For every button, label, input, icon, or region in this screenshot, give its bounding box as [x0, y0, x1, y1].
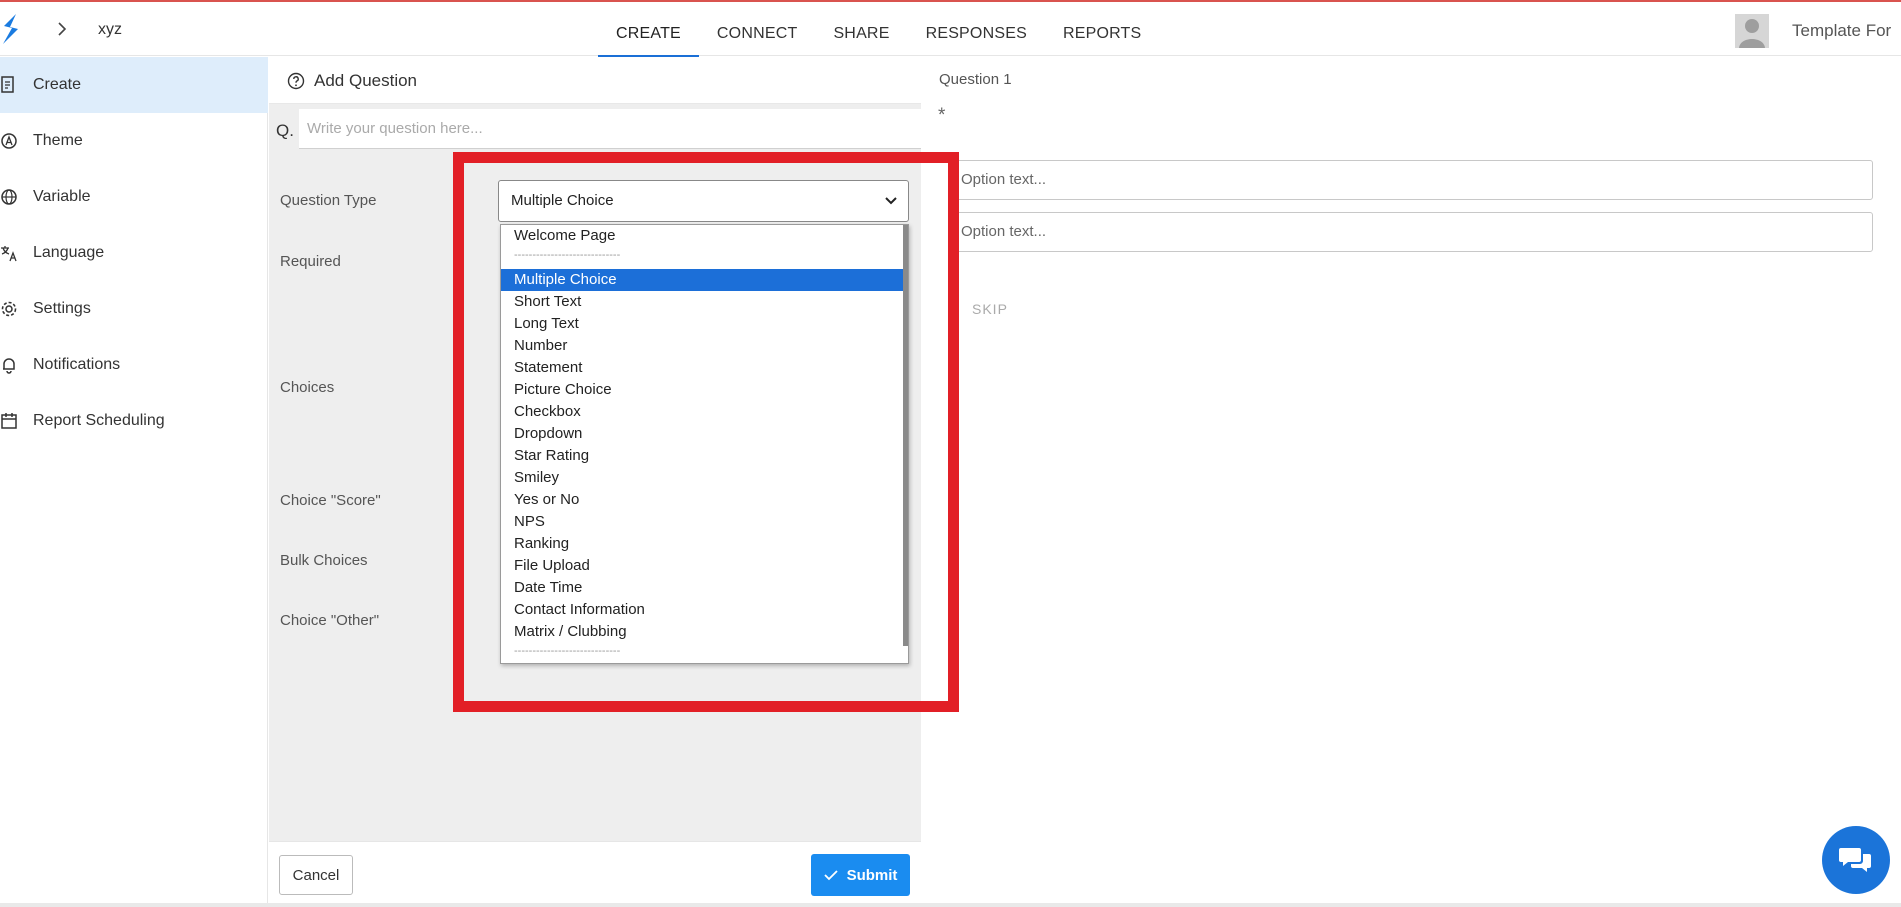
sidebar-item-report-scheduling[interactable]: Report Scheduling — [0, 393, 268, 449]
sidebar-item-label: Settings — [33, 300, 91, 317]
gear-icon — [1, 301, 17, 317]
dropdown-scrollbar[interactable] — [903, 225, 908, 646]
dropdown-separator: ----------------------------- — [514, 249, 621, 261]
option-short-text[interactable]: Short Text — [501, 291, 905, 313]
question-type-label: Question Type — [280, 192, 377, 209]
sidebar: Create Theme Variable Language Settings … — [0, 57, 268, 907]
question-type-select[interactable]: Multiple Choice — [498, 180, 909, 222]
option-checkbox[interactable]: Checkbox — [501, 401, 905, 423]
sidebar-item-label: Report Scheduling — [33, 412, 165, 429]
tab-reports[interactable]: REPORTS — [1045, 2, 1159, 58]
preview-option-input[interactable]: Option text... — [949, 160, 1873, 200]
sidebar-item-variable[interactable]: Variable — [0, 169, 268, 225]
chat-bubbles-icon — [1839, 848, 1871, 872]
sidebar-item-notifications[interactable]: Notifications — [0, 337, 268, 393]
editor-header: Add Question — [269, 57, 921, 104]
translate-icon — [1, 246, 17, 262]
question-text-input[interactable] — [299, 109, 921, 149]
choice-other-label: Choice "Other" — [280, 612, 380, 629]
option-long-text[interactable]: Long Text — [501, 313, 905, 335]
dropdown-separator: ----------------------------- — [514, 645, 621, 657]
preview-option-input[interactable]: Option text... — [949, 212, 1873, 252]
chat-widget-button[interactable] — [1822, 826, 1890, 894]
option-number[interactable]: Number — [501, 335, 905, 357]
option-multiple-choice[interactable]: Multiple Choice — [501, 269, 905, 291]
submit-button[interactable]: Submit — [811, 854, 910, 896]
question-type-value: Multiple Choice — [511, 192, 614, 209]
choices-label: Choices — [280, 379, 335, 396]
user-avatar[interactable] — [1735, 14, 1769, 48]
sidebar-item-label: Create — [33, 76, 82, 93]
option-ranking[interactable]: Ranking — [501, 533, 905, 555]
option-picture-choice[interactable]: Picture Choice — [501, 379, 905, 401]
tab-connect[interactable]: CONNECT — [699, 2, 816, 58]
sidebar-item-settings[interactable]: Settings — [0, 281, 268, 337]
main-nav: CREATE CONNECT SHARE RESPONSES REPORTS — [598, 2, 1159, 58]
tab-share[interactable]: SHARE — [815, 2, 907, 58]
theme-icon — [1, 133, 17, 149]
bulk-choices-label: Bulk Choices — [280, 552, 368, 569]
sidebar-item-language[interactable]: Language — [0, 225, 268, 281]
form-icon — [1, 76, 14, 93]
sidebar-item-theme[interactable]: Theme — [0, 113, 268, 169]
checkmark-icon — [823, 870, 838, 881]
chevron-down-icon — [885, 197, 897, 205]
calendar-icon — [1, 413, 17, 429]
globe-icon — [1, 189, 17, 205]
user-name[interactable]: Template For — [1792, 21, 1891, 41]
option-dropdown[interactable]: Dropdown — [501, 423, 905, 445]
app-logo-icon[interactable] — [0, 12, 22, 46]
user-silhouette-icon — [1735, 14, 1769, 48]
option-file-upload[interactable]: File Upload — [501, 555, 905, 577]
option-smiley[interactable]: Smiley — [501, 467, 905, 489]
option-statement[interactable]: Statement — [501, 357, 905, 379]
bell-icon — [3, 358, 15, 374]
option-welcome-page[interactable]: Welcome Page — [501, 225, 905, 247]
breadcrumb-form-name[interactable]: xyz — [98, 21, 122, 39]
cancel-button[interactable]: Cancel — [279, 855, 353, 895]
sidebar-item-label: Notifications — [33, 356, 121, 373]
option-yes-or-no[interactable]: Yes or No — [501, 489, 905, 511]
editor-footer: Cancel Submit — [269, 841, 921, 907]
sidebar-item-label: Language — [33, 244, 105, 261]
question-type-dropdown-list[interactable]: Welcome Page ---------------------------… — [500, 224, 909, 664]
bottom-strip — [0, 903, 1901, 907]
required-label: Required — [280, 253, 341, 270]
help-circle-icon[interactable] — [287, 72, 305, 90]
sidebar-item-label: Variable — [33, 188, 91, 205]
preview-question-number: Question 1 — [939, 71, 1012, 88]
tab-create[interactable]: CREATE — [598, 2, 699, 58]
choice-score-label: Choice "Score" — [280, 492, 381, 509]
preview-required-mark: * — [938, 105, 946, 126]
option-date-time[interactable]: Date Time — [501, 577, 905, 599]
option-matrix-clubbing[interactable]: Matrix / Clubbing — [501, 621, 905, 643]
option-contact-information[interactable]: Contact Information — [501, 599, 905, 621]
breadcrumb-chevron-icon — [58, 22, 67, 36]
top-bar: xyz CREATE CONNECT SHARE RESPONSES REPOR… — [0, 0, 1901, 58]
option-star-rating[interactable]: Star Rating — [501, 445, 905, 467]
sidebar-item-label: Theme — [33, 132, 83, 149]
editor-title: Add Question — [314, 71, 418, 90]
option-nps[interactable]: NPS — [501, 511, 905, 533]
question-prefix: Q. — [276, 121, 294, 140]
tab-responses[interactable]: RESPONSES — [908, 2, 1045, 58]
sidebar-item-create[interactable]: Create — [0, 57, 268, 113]
submit-label: Submit — [846, 866, 898, 884]
question-preview-panel: Question 1 * Option text... Option text.… — [922, 57, 1901, 907]
question-editor-panel: Add Question Q. Question Type Required C… — [269, 57, 921, 907]
skip-button[interactable]: SKIP — [972, 301, 1008, 317]
